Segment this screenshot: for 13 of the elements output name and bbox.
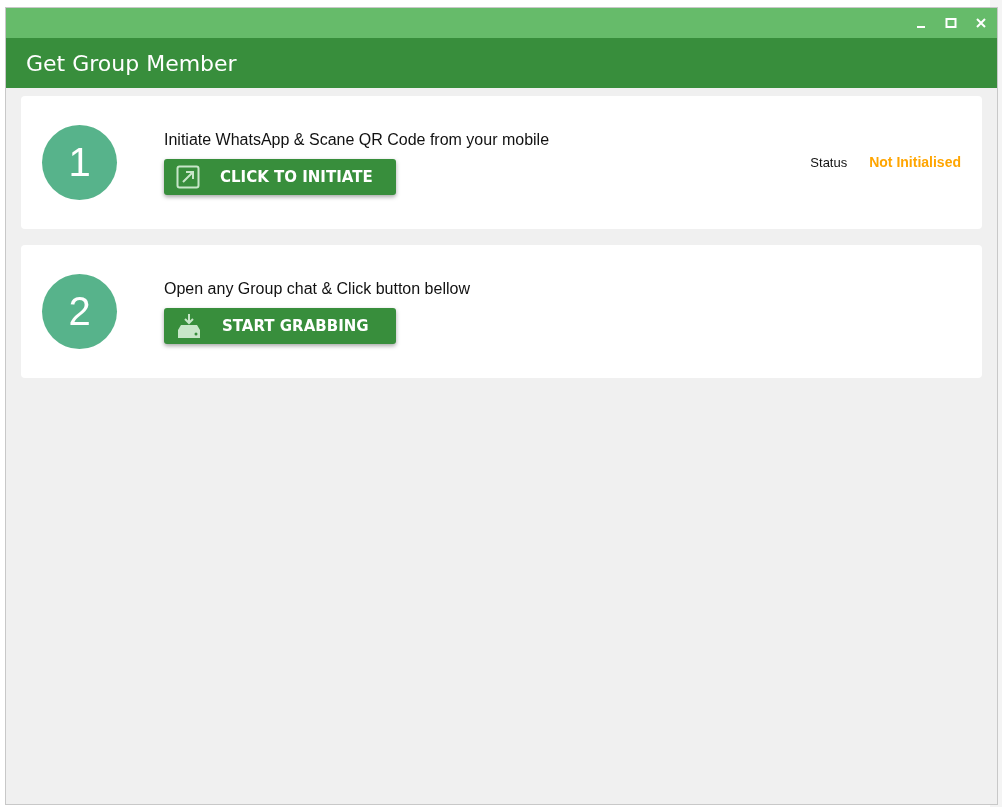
step-instruction: Open any Group chat & Click button bellow	[164, 279, 471, 298]
step-number: 2	[42, 274, 117, 349]
close-icon[interactable]	[975, 17, 987, 29]
maximize-icon[interactable]	[945, 17, 957, 29]
initiate-button[interactable]: CLICK TO INITIATE	[164, 158, 396, 195]
external-link-icon	[176, 164, 200, 189]
status-label: Status	[810, 154, 848, 170]
step-instruction: Initiate WhatsApp & Scane QR Code from your mobile	[164, 130, 551, 149]
status-value: Not Initialised	[869, 154, 961, 170]
window-title: Get Group Member	[26, 50, 237, 76]
step-number: 1	[42, 125, 117, 200]
start-grabbing-button[interactable]: START GRABBING	[164, 307, 396, 344]
download-tray-icon	[176, 312, 202, 339]
